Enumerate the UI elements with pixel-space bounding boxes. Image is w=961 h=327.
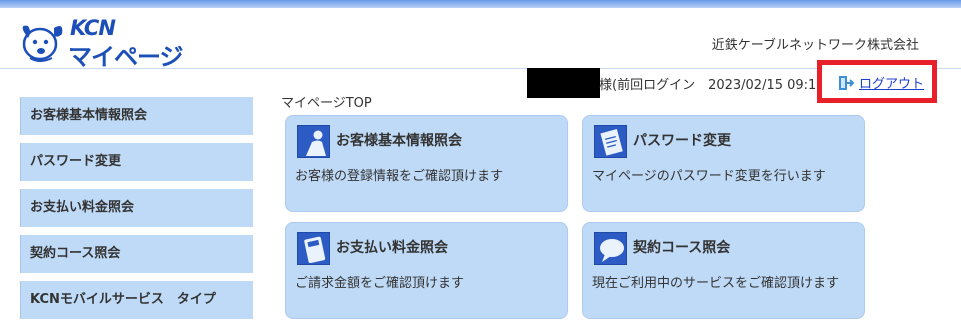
sidebar-nav: お客様基本情報照会 パスワード変更 お支払い料金照会 契約コース照会 KCNモバ… xyxy=(20,97,253,327)
card-description: マイページのパスワード変更を行います xyxy=(592,169,826,184)
card-description: 現在ご利用中のサービスをご確認頂けます xyxy=(592,276,840,291)
site-header: KCN マイページ 近鉄ケーブルネットワーク株式会社 xyxy=(0,8,961,71)
card-title: お客様基本情報照会 xyxy=(336,133,462,149)
logout-link[interactable]: ログアウト xyxy=(859,73,924,92)
logo-mypage-text: マイページ xyxy=(68,43,184,71)
card-title: パスワード変更 xyxy=(633,133,731,149)
sidebar-item-customer-info[interactable]: お客様基本情報照会 xyxy=(20,97,253,135)
sidebar-item-kcn-mobile[interactable]: KCNモバイルサービス タイプ xyxy=(20,281,253,319)
card-customer-info[interactable]: お客様基本情報照会 お客様の登録情報をご確認頂けます xyxy=(285,115,568,212)
card-payment[interactable]: お支払い料金照会 ご請求金額をご確認頂けます xyxy=(285,222,568,319)
sidebar-item-payment[interactable]: お支払い料金照会 xyxy=(20,189,253,227)
sidebar-item-password-change[interactable]: パスワード変更 xyxy=(20,143,253,181)
sidebar-item-contract-course[interactable]: 契約コース照会 xyxy=(20,235,253,273)
card-description: ご請求金額をご確認頂けます xyxy=(295,276,465,291)
last-login-info: 様(前回ログイン 2023/02/15 09:13 xyxy=(599,78,825,93)
card-password-change[interactable]: パスワード変更 マイページのパスワード変更を行います xyxy=(582,115,865,212)
document-icon xyxy=(594,125,627,158)
logout-highlight-box: ログアウト xyxy=(817,60,937,103)
kcn-mypage-logo[interactable]: KCN マイページ xyxy=(18,16,188,71)
logout-icon[interactable] xyxy=(838,75,854,91)
person-icon xyxy=(297,125,330,158)
card-description: お客様の登録情報をご確認頂けます xyxy=(295,169,504,184)
top-gradient-bar xyxy=(0,0,961,8)
calculator-icon xyxy=(297,232,330,265)
card-title: 契約コース照会 xyxy=(633,240,731,256)
speech-bubble-icon xyxy=(594,232,627,265)
card-contract-course[interactable]: 契約コース照会 現在ご利用中のサービスをご確認頂けます xyxy=(582,222,865,319)
card-title: お支払い料金照会 xyxy=(336,240,448,256)
redacted-username xyxy=(527,68,600,98)
breadcrumb: マイページTOP xyxy=(281,96,372,111)
company-name: 近鉄ケーブルネットワーク株式会社 xyxy=(711,38,919,53)
dog-mascot-icon xyxy=(22,25,63,62)
